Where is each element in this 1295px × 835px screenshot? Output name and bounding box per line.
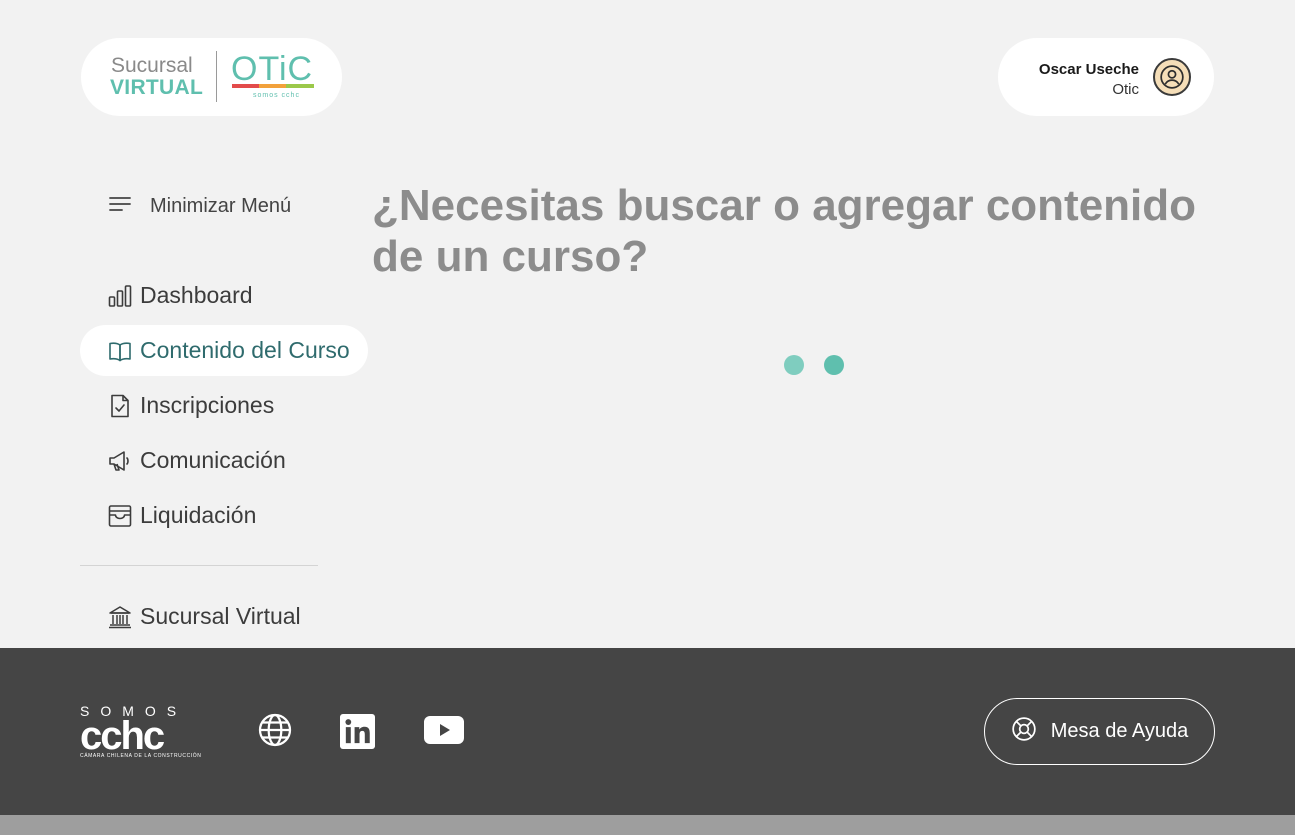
menu-icon — [108, 192, 132, 221]
sidebar-nav: Dashboard Contenido del Curso Inscripcio… — [80, 270, 368, 545]
file-check-icon — [108, 394, 132, 418]
sidebar-item-sucursal-virtual[interactable]: Sucursal Virtual — [80, 591, 368, 642]
minimize-menu-label: Minimizar Menú — [150, 195, 292, 217]
globe-icon[interactable] — [257, 712, 293, 748]
sidebar-item-label: Liquidación — [140, 502, 257, 528]
page-title: ¿Necesitas buscar o agregar contenido de… — [372, 181, 1197, 281]
sidebar-item-comunicacion[interactable]: Comunicación — [80, 435, 368, 486]
logo-sucursal-text: Sucursal — [111, 54, 193, 77]
archive-icon — [108, 504, 132, 528]
user-role: Otic — [1112, 81, 1139, 98]
logo-virtual-text: VIRTUAL — [110, 76, 204, 99]
logo-divider — [216, 51, 217, 102]
cchc-subtitle: CÁMARA CHILENA DE LA CONSTRUCCIÓN — [80, 753, 202, 759]
bar-chart-icon — [108, 284, 132, 308]
sidebar-item-label: Contenido del Curso — [140, 337, 350, 363]
bank-icon — [108, 605, 132, 629]
user-circle-icon[interactable] — [1153, 58, 1191, 96]
sidebar-item-dashboard[interactable]: Dashboard — [80, 270, 368, 321]
sidebar-item-contenido[interactable]: Contenido del Curso — [80, 325, 368, 376]
lifebuoy-icon — [1011, 716, 1037, 747]
minimize-menu-button[interactable]: Minimizar Menú — [108, 192, 291, 221]
logo-somos-text: somos cchc — [253, 92, 300, 99]
book-open-icon — [108, 339, 132, 363]
logo[interactable]: Sucursal VIRTUAL OTiC somos cchc — [81, 38, 342, 116]
sidebar-item-inscripciones[interactable]: Inscripciones — [80, 380, 368, 431]
cchc-logo[interactable]: SOMOS cchc CÁMARA CHILENA DE LA CONSTRUC… — [80, 703, 210, 763]
user-menu[interactable]: Oscar Useche Otic — [998, 38, 1214, 116]
megaphone-icon — [108, 449, 132, 473]
sidebar-item-label: Comunicación — [140, 447, 286, 473]
sidebar-item-liquidacion[interactable]: Liquidación — [80, 490, 368, 541]
sidebar-item-label: Sucursal Virtual — [140, 603, 301, 629]
sidebar-extra: Sucursal Virtual — [80, 591, 368, 646]
help-desk-button[interactable]: Mesa de Ayuda — [984, 698, 1215, 765]
cchc-mark-text: cchc — [80, 714, 165, 758]
linkedin-icon[interactable] — [340, 714, 375, 749]
help-desk-label: Mesa de Ayuda — [1050, 720, 1189, 742]
youtube-icon[interactable] — [424, 716, 464, 744]
sidebar-divider — [80, 565, 318, 566]
sidebar-item-label: Inscripciones — [140, 392, 275, 418]
logo-otic-text: OTiC — [231, 50, 314, 88]
loading-dot — [824, 355, 844, 375]
footer-bottom-bar — [0, 815, 1295, 835]
sidebar-item-label: Dashboard — [140, 282, 253, 308]
footer: SOMOS cchc CÁMARA CHILENA DE LA CONSTRUC… — [0, 648, 1295, 815]
user-name: Oscar Useche — [1038, 61, 1139, 78]
loading-dot — [784, 355, 804, 375]
logo-color-bar — [232, 84, 314, 88]
